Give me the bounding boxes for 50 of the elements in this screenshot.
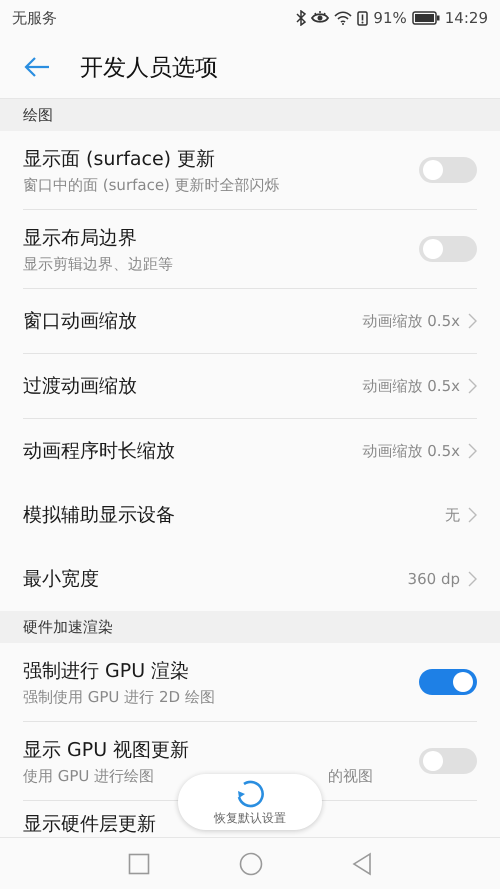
setting-title: 过渡动画缩放 [23, 374, 137, 399]
toggle-switch[interactable] [419, 669, 477, 695]
setting-title: 显示布局边界 [23, 226, 138, 250]
eye-icon [311, 11, 330, 25]
setting-value: 360 dp [408, 570, 460, 588]
back-arrow-icon [24, 56, 50, 78]
setting-value: 动画缩放 0.5x [362, 312, 460, 330]
toggle-switch[interactable] [419, 236, 477, 262]
setting-title: 最小宽度 [23, 567, 99, 592]
setting-title: 模拟辅助显示设备 [23, 503, 175, 528]
home-button[interactable] [237, 850, 265, 878]
reset-defaults-toast[interactable]: 恢复默认设置 [178, 774, 322, 830]
battery-percent: 91% [373, 9, 407, 27]
recents-button[interactable] [126, 850, 152, 876]
setting-title: 显示面 (surface) 更新 [23, 146, 216, 172]
clock-text: 14:29 [444, 9, 488, 27]
setting-value: 动画缩放 0.5x [362, 442, 460, 460]
chevron-right-icon [468, 507, 477, 523]
toggle-switch[interactable] [419, 748, 477, 774]
loading-spinner-icon [235, 778, 265, 808]
sim-alert-icon [357, 10, 368, 26]
setting-value: 无 [445, 506, 460, 524]
setting-title: 动画程序时长缩放 [23, 439, 175, 464]
setting-summary: 显示剪辑边界、边距等 [23, 254, 173, 274]
setting-value: 动画缩放 0.5x [362, 376, 460, 396]
carrier-text: 无服务 [12, 8, 57, 28]
chevron-right-icon [468, 571, 477, 587]
toast-label: 恢复默认设置 [214, 810, 286, 826]
wifi-icon [334, 11, 352, 25]
chevron-right-icon [468, 378, 477, 394]
page-title: 开发人员选项 [80, 54, 218, 82]
chevron-right-icon [468, 313, 477, 329]
square-icon [128, 852, 150, 874]
setting-title: 窗口动画缩放 [23, 309, 137, 334]
circle-icon [239, 852, 263, 876]
bluetooth-icon [296, 10, 306, 26]
triangle-back-icon [352, 852, 372, 876]
setting-title: 显示 GPU 视图更新 [23, 738, 190, 762]
setting-summary: 的视图 [328, 766, 374, 786]
section-header: 绘图 [0, 99, 500, 131]
section-header: 硬件加速渲染 [0, 611, 500, 643]
setting-summary: 强制使用 GPU 进行 2D 绘图 [23, 688, 215, 706]
battery-icon [412, 11, 440, 25]
setting-title: 强制进行 GPU 渲染 [23, 658, 190, 684]
setting-title: 显示硬件层更新 [23, 812, 156, 837]
setting-summary: 使用 GPU 进行绘图 [23, 766, 154, 786]
toggle-switch[interactable] [419, 157, 477, 183]
setting-summary: 窗口中的面 (surface) 更新时全部闪烁 [23, 176, 280, 194]
chevron-right-icon [468, 443, 477, 459]
back-nav-button[interactable] [350, 850, 374, 878]
